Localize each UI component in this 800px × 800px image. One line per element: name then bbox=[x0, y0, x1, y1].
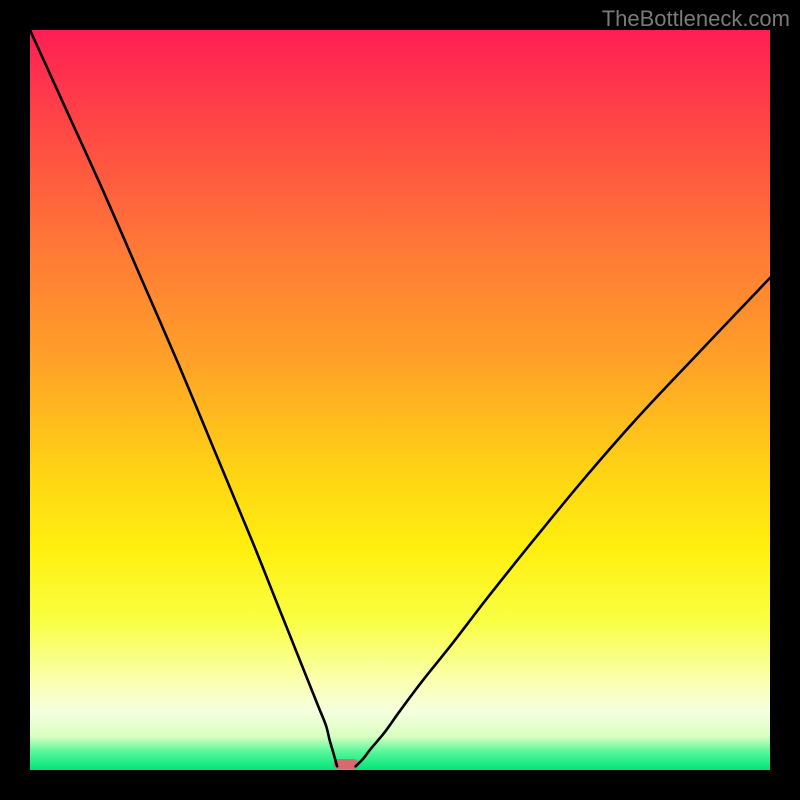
chart-svg bbox=[30, 30, 770, 770]
plot-area bbox=[30, 30, 770, 770]
chart-frame: TheBottleneck.com bbox=[0, 0, 800, 800]
watermark-text: TheBottleneck.com bbox=[602, 6, 790, 32]
gradient-background bbox=[30, 30, 770, 770]
